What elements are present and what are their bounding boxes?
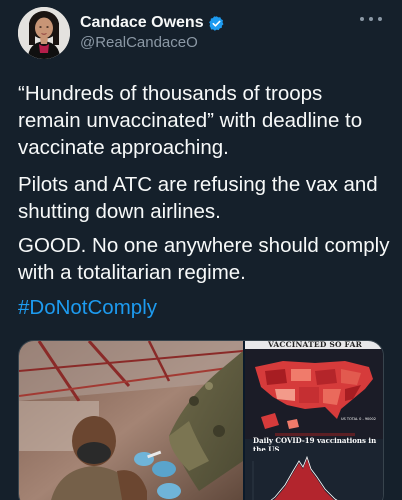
verified-badge-icon — [208, 15, 224, 31]
tweet-media[interactable]: VACCINATED SO FAR US TOTAL 0 - 90002 Dai… — [18, 340, 384, 500]
tweet-text-paragraph-3: GOOD. No one anywhere should comply with… — [18, 234, 390, 284]
author-handle[interactable]: @RealCandaceO — [80, 34, 198, 51]
tweet-text-paragraph-1: “Hundreds of thousands of troops remain … — [18, 82, 363, 159]
avatar-portrait — [18, 7, 70, 59]
vaccination-infographic[interactable]: VACCINATED SO FAR US TOTAL 0 - 90002 Dai… — [245, 341, 383, 500]
more-dot — [378, 17, 382, 21]
more-dot — [360, 17, 364, 21]
daily-vaccinations-chart — [245, 451, 383, 500]
more-dot — [369, 17, 373, 21]
tweet-card: Candace Owens @RealCandaceO “Hundreds of… — [0, 0, 402, 500]
more-options-icon[interactable] — [360, 12, 382, 26]
us-total-label: US TOTAL 0 - 90002 — [341, 417, 376, 421]
author-avatar[interactable] — [18, 7, 70, 59]
author-name-row: Candace Owens — [80, 14, 225, 32]
infographic-title: VACCINATED SO FAR — [245, 341, 383, 349]
author-display-name[interactable]: Candace Owens — [80, 14, 204, 32]
us-vaccination-map — [245, 349, 383, 439]
hashtag-link[interactable]: #DoNotComply — [18, 294, 157, 321]
vaccination-photo-image — [19, 341, 243, 500]
tweet-text-paragraph-2: Pilots and ATC are refusing the vax and … — [18, 173, 378, 223]
vaccination-photo[interactable] — [19, 341, 243, 500]
